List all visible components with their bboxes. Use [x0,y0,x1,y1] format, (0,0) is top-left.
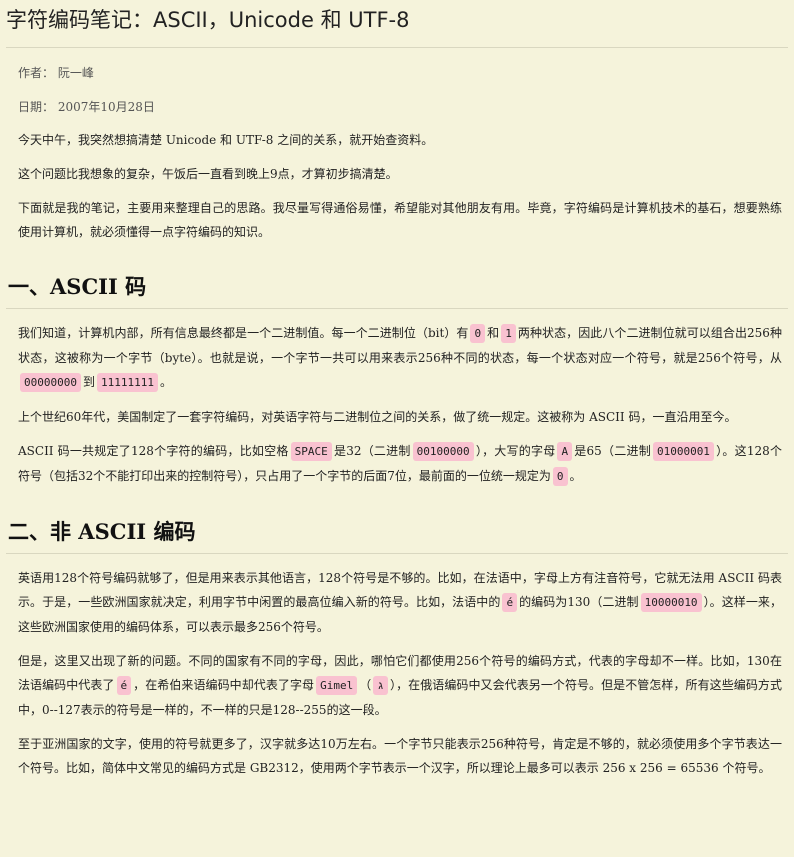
code-high-bit: 0 [552,467,568,486]
code-e-acute: é [502,593,518,612]
author-line: 作者： 阮一峰 [6,64,788,82]
code-space: SPACE [290,442,332,461]
text-run: ），大写的字母 [475,444,556,458]
code-one: 1 [501,324,516,343]
code-letter-a: A [557,442,573,461]
ascii-paragraph-3: ASCII 码一共规定了128个字符的编码，比如空格 SPACE 是32（二进制 00… [6,439,788,489]
code-min-byte: 00000000 [20,373,81,392]
code-max-byte: 11111111 [97,373,158,392]
author-label: 作者： [18,66,55,80]
non-ascii-paragraph-1: 英语用128个符号编码就够了，但是用来表示其他语言，128个符号是不够的。比如，… [6,566,788,639]
section-heading-non-ascii: 二、非 ASCII 编码 [6,517,788,554]
text-run: 和 [487,326,500,340]
intro-paragraph-1: 今天中午，我突然想搞清楚 Unicode 和 UTF-8 之间的关系，就开始查资… [18,133,434,147]
code-space-binary: 00100000 [412,442,474,461]
text-run: 是32（二进制 [333,444,411,458]
code-a-binary: 01000001 [652,442,714,461]
text-run: 是65（二进制 [574,444,651,458]
non-ascii-paragraph-2: 但是，这里又出现了新的问题。不同的国家有不同的字母，因此，哪怕它们都使用256个… [6,649,788,722]
text-run: ，在希伯来语编码中却代表了字母 [133,678,315,692]
text-run: 。 [569,469,582,483]
code-130-binary: 10000010 [640,593,702,612]
text-run: 我们知道，计算机内部，所有信息最终都是一个二进制值。每一个二进制位（bit）有 [18,326,469,340]
text-run: 。 [159,375,172,389]
code-gimel-glyph: ג [373,676,388,695]
code-e-acute-2: é [116,676,132,695]
intro-paragraph-2: 这个问题比我想象的复杂，午饭后一直看到晚上9点，才算初步搞清楚。 [18,167,398,181]
ascii-paragraph-1: 我们知道，计算机内部，所有信息最终都是一个二进制值。每一个二进制位（bit）有 0… [6,321,788,395]
section-heading-ascii: 一、ASCII 码 [6,272,788,309]
text-run: 到 [82,375,95,389]
code-zero: 0 [470,324,486,343]
date-line: 日期： 2007年10月28日 [6,98,788,116]
text-run: 的编码为130（二进制 [519,595,639,609]
code-gimel: Gimel [316,676,358,695]
ascii-paragraph-2: 上个世纪60年代，美国制定了一套字符编码，对英语字符与二进制位之间的关系，做了统… [18,410,737,424]
article-title: 字符编码笔记：ASCII，Unicode 和 UTF-8 [6,0,788,48]
article: 字符编码笔记：ASCII，Unicode 和 UTF-8 作者： 阮一峰 日期：… [0,0,788,780]
text-run: ASCII 码一共规定了128个字符的编码，比如空格 [18,444,289,458]
non-ascii-paragraph-3: 至于亚洲国家的文字，使用的符号就更多了，汉字就多达10万左右。一个字节只能表示2… [18,737,782,775]
author-link[interactable]: 阮一峰 [58,66,94,80]
text-run: （ [359,678,372,692]
date-value: 2007年10月28日 [57,100,155,114]
intro-paragraph-3: 下面就是我的笔记，主要用来整理自己的思路。我尽量写得通俗易懂，希望能对其他朋友有… [18,201,782,239]
date-label: 日期： [18,100,55,114]
